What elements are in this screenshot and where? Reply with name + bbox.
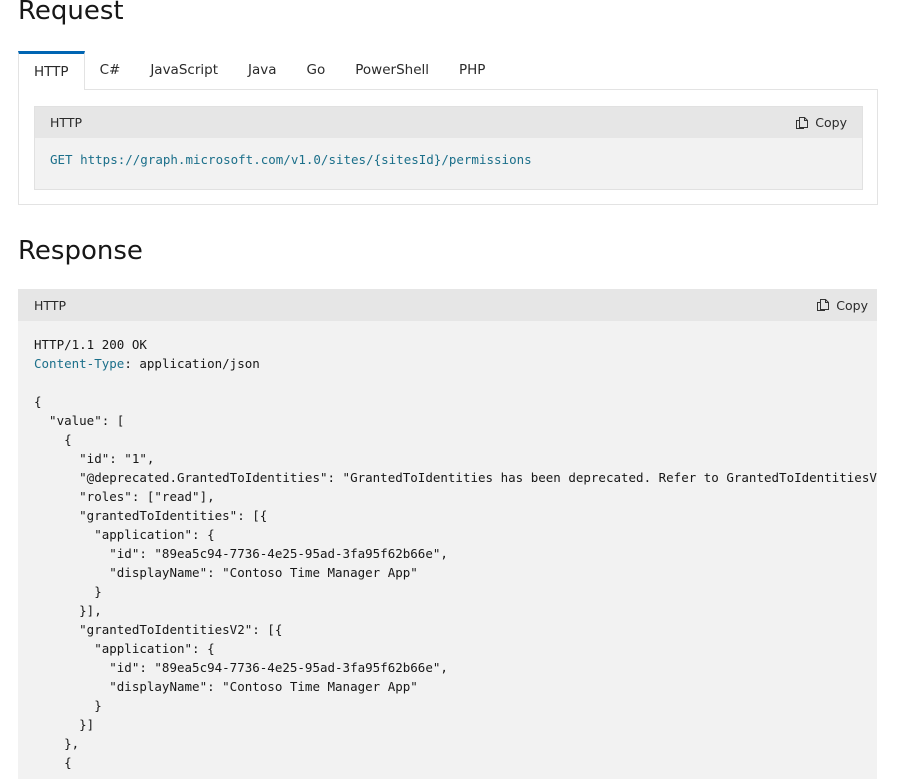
response-code-block: HTTP Copy HTTP/1.1 200 OK Content-Type: a… (18, 289, 877, 779)
request-heading: Request (18, 0, 124, 26)
copy-icon (796, 116, 809, 129)
response-body-line: "application": { (34, 527, 215, 542)
response-body-line: }], (34, 603, 102, 618)
response-code-header: HTTP Copy (18, 289, 877, 321)
response-header-line: Content-Type: application/json (34, 354, 861, 373)
request-copy-button[interactable]: Copy (795, 115, 847, 130)
response-body-line: "id": "89ea5c94-7736-4e25-95ad-3fa95f62b… (34, 546, 448, 561)
response-body-line: { (34, 432, 72, 447)
response-body-line: { (34, 755, 72, 770)
request-code-lang: HTTP (50, 115, 82, 130)
response-body-line: "displayName": "Contoso Time Manager App… (34, 565, 418, 580)
tab-go[interactable]: Go (292, 51, 341, 89)
response-body-line: "application": { (34, 641, 215, 656)
response-body-line: "grantedToIdentities": [{ (34, 508, 268, 523)
copy-icon (817, 299, 830, 311)
response-body-line: } (34, 584, 102, 599)
response-copy-label: Copy (836, 297, 868, 313)
response-header-name: Content-Type (34, 356, 125, 371)
tab-csharp[interactable]: C# (85, 51, 136, 89)
response-body-line: "roles": ["read"], (34, 489, 215, 504)
request-code-block: HTTP Copy GET https://graph.microsoft.co… (34, 106, 863, 190)
response-body-line: }, (34, 736, 80, 751)
response-body-line: "@deprecated.GrantedToIdentities": "Gran… (34, 470, 877, 485)
response-code: HTTP/1.1 200 OK Content-Type: application… (18, 321, 877, 779)
request-code-header: HTTP Copy (35, 107, 862, 138)
request-code: GET https://graph.microsoft.com/v1.0/sit… (50, 152, 532, 167)
response-body-line: "value": [ (34, 413, 125, 428)
tab-powershell[interactable]: PowerShell (340, 51, 444, 89)
response-body-line: }] (34, 717, 95, 732)
response-body-line: "grantedToIdentitiesV2": [{ (34, 622, 283, 637)
response-code-lang: HTTP (34, 297, 66, 313)
response-header-value: : application/json (124, 356, 260, 371)
tab-php[interactable]: PHP (444, 51, 500, 89)
response-body-line: "id": "1", (34, 451, 155, 466)
response-copy-button[interactable]: Copy (816, 298, 868, 313)
response-body: { "value": [ { "id": "1", "@deprecated.G… (34, 373, 877, 772)
tab-http[interactable]: HTTP (18, 51, 85, 90)
response-body-line: "displayName": "Contoso Time Manager App… (34, 679, 418, 694)
response-body-line: { (34, 394, 42, 409)
tab-javascript[interactable]: JavaScript (135, 51, 233, 89)
response-status-line: HTTP/1.1 200 OK (34, 337, 147, 352)
tab-java[interactable]: Java (233, 51, 292, 89)
request-copy-label: Copy (815, 115, 847, 130)
response-body-line: "id": "89ea5c94-7736-4e25-95ad-3fa95f62b… (34, 660, 448, 675)
response-body-line: } (34, 698, 102, 713)
response-body-line (34, 373, 861, 392)
response-heading: Response (18, 236, 143, 266)
language-tabs: HTTP C# JavaScript Java Go PowerShell PH… (18, 51, 500, 90)
request-tab-panel: HTTP Copy GET https://graph.microsoft.co… (18, 89, 878, 205)
